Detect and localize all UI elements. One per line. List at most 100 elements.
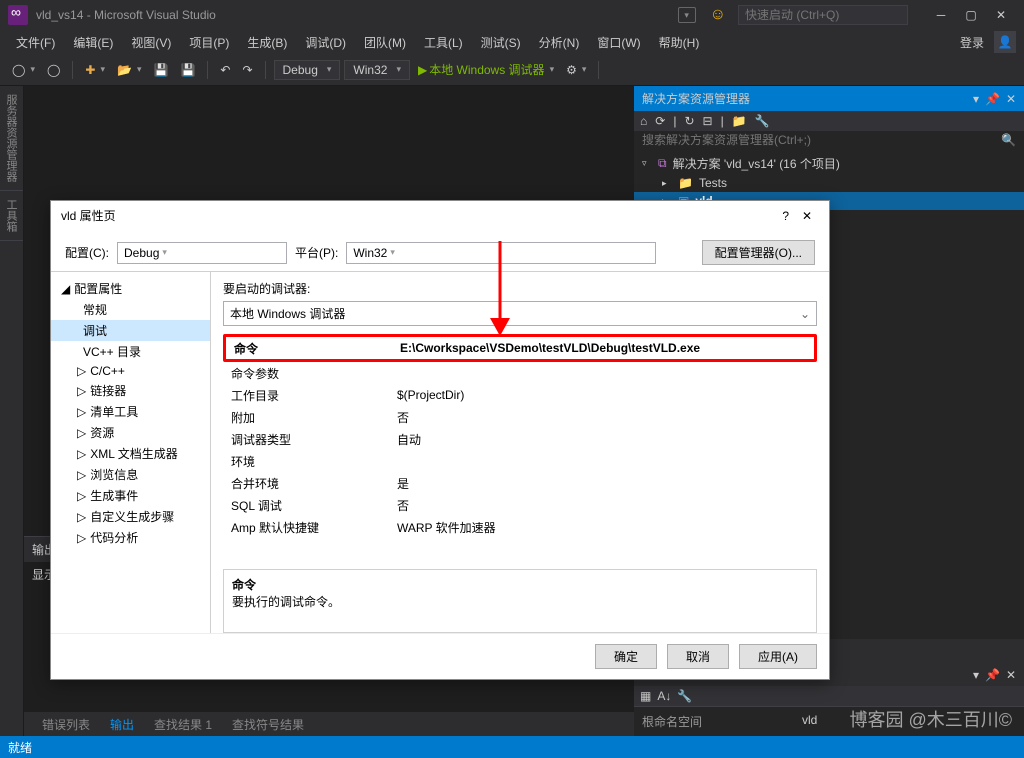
platform-dropdown[interactable]: Win32	[344, 60, 410, 80]
save-button[interactable]: 💾	[149, 61, 172, 79]
tab-find1[interactable]: 查找结果 1	[144, 713, 222, 736]
tree-node[interactable]: 配置属性	[74, 280, 122, 297]
dialog-nav-tree[interactable]: ◢ 配置属性 常规 调试 VC++ 目录 ▷ C/C++ ▷ 链接器 ▷ 清单工…	[51, 272, 211, 633]
tab-find-symbol[interactable]: 查找符号结果	[222, 713, 314, 736]
solution-search-input[interactable]	[642, 133, 1001, 147]
prop-row-workdir[interactable]: 工作目录$(ProjectDir)	[223, 384, 817, 406]
props-close-icon[interactable]: ✕	[1006, 668, 1016, 682]
props-cat-icon[interactable]: ▦	[640, 689, 651, 703]
nav-back-button[interactable]: ◯	[8, 61, 39, 79]
debugger-section-label: 要启动的调试器:	[211, 272, 829, 301]
tree-node-vcdir[interactable]: VC++ 目录	[51, 341, 210, 362]
prop-row-sql[interactable]: SQL 调试否	[223, 494, 817, 516]
solution-explorer-title: 解决方案资源管理器	[642, 90, 750, 107]
menu-file[interactable]: 文件(F)	[8, 32, 63, 53]
tree-node-linker[interactable]: ▷ 链接器	[51, 380, 210, 401]
menu-view[interactable]: 视图(V)	[123, 32, 179, 53]
pin-icon[interactable]: 📌	[985, 92, 1000, 106]
search-icon[interactable]: 🔍	[1001, 133, 1016, 147]
menu-team[interactable]: 团队(M)	[356, 32, 414, 53]
props-dropdown-icon[interactable]: ▾	[973, 668, 979, 682]
menu-window[interactable]: 窗口(W)	[589, 32, 648, 53]
platform-label: 平台(P):	[295, 244, 338, 261]
tree-node-debug[interactable]: 调试	[51, 320, 210, 341]
toolbox-tab[interactable]: 工具箱	[0, 191, 23, 241]
solution-icon: ⧉	[658, 156, 667, 171]
se-sync-icon[interactable]: ⟳	[655, 114, 665, 128]
server-explorer-tab[interactable]: 服务器资源管理器	[0, 86, 23, 191]
start-debug-label: 本地 Windows 调试器	[429, 61, 544, 78]
signin-link[interactable]: 登录	[952, 32, 992, 53]
tree-node-browse[interactable]: ▷ 浏览信息	[51, 464, 210, 485]
panel-close-icon[interactable]: ✕	[1006, 92, 1016, 106]
close-button[interactable]: ✕	[986, 3, 1016, 27]
dialog-help-icon[interactable]: ?	[782, 209, 789, 223]
prop-row-attach[interactable]: 附加否	[223, 406, 817, 428]
menu-edit[interactable]: 编辑(E)	[65, 32, 121, 53]
save-all-button[interactable]: 💾	[176, 61, 199, 79]
prop-row-env[interactable]: 环境	[223, 450, 817, 472]
debugger-select-value: 本地 Windows 调试器	[230, 305, 345, 322]
config-combo[interactable]: Debug	[117, 242, 287, 264]
tab-output[interactable]: 输出	[100, 713, 144, 736]
se-props-icon[interactable]: 🔧	[755, 114, 770, 128]
tree-folder-tests[interactable]: ▸ 📁 Tests	[634, 174, 1024, 192]
menu-build[interactable]: 生成(B)	[239, 32, 295, 53]
menu-project[interactable]: 项目(P)	[181, 32, 237, 53]
feedback-icon[interactable]: ☺	[710, 6, 726, 24]
prop-row-command[interactable]: 命令 E:\Cworkspace\VSDemo\testVLD\Debug\te…	[226, 337, 814, 359]
prop-row-dbgtype[interactable]: 调试器类型自动	[223, 428, 817, 450]
menu-help[interactable]: 帮助(H)	[651, 32, 708, 53]
tree-node-codean[interactable]: ▷ 代码分析	[51, 527, 210, 548]
open-button[interactable]: 📂	[113, 61, 145, 79]
tree-node-xmldoc[interactable]: ▷ XML 文档生成器	[51, 443, 210, 464]
redo-button[interactable]: ↷	[238, 61, 256, 79]
props-az-icon[interactable]: A↓	[657, 689, 671, 703]
menu-debug[interactable]: 调试(D)	[297, 32, 354, 53]
start-debug-button[interactable]: ▶ 本地 Windows 调试器	[414, 59, 558, 80]
tree-node-buildevt[interactable]: ▷ 生成事件	[51, 485, 210, 506]
new-project-button[interactable]: ✚	[81, 61, 109, 79]
prop-row-args[interactable]: 命令参数	[223, 362, 817, 384]
watermark: 博客园 @木三百川©	[849, 706, 1012, 732]
menu-test[interactable]: 测试(S)	[473, 32, 529, 53]
notifications-icon[interactable]: ▾	[678, 7, 696, 23]
tree-node-res[interactable]: ▷ 资源	[51, 422, 210, 443]
cancel-button[interactable]: 取消	[667, 644, 729, 669]
se-collapse-icon[interactable]: ⊟	[703, 114, 713, 128]
maximize-button[interactable]: ▢	[956, 3, 986, 27]
se-refresh-icon[interactable]: ↻	[684, 114, 694, 128]
debugger-select[interactable]: 本地 Windows 调试器 ⌄	[223, 301, 817, 326]
config-dropdown[interactable]: Debug	[274, 60, 341, 80]
debug-target-dropdown[interactable]: ⚙	[562, 61, 590, 79]
platform-combo[interactable]: Win32	[346, 242, 656, 264]
prop-description: 命令 要执行的调试命令。	[223, 569, 817, 633]
user-avatar-icon[interactable]: 👤	[994, 31, 1016, 53]
apply-button[interactable]: 应用(A)	[739, 644, 817, 669]
dialog-title: vld 属性页	[61, 207, 116, 224]
nav-forward-button[interactable]: ◯	[43, 61, 64, 79]
config-manager-button[interactable]: 配置管理器(O)...	[702, 240, 815, 265]
dialog-close-icon[interactable]: ✕	[795, 209, 819, 223]
menu-analyze[interactable]: 分析(N)	[531, 32, 588, 53]
tree-node-custom[interactable]: ▷ 自定义生成步骤	[51, 506, 210, 527]
tree-node-general[interactable]: 常规	[51, 299, 210, 320]
prop-rootns-value[interactable]: vld	[802, 713, 817, 730]
solution-node[interactable]: ▿⧉ 解决方案 'vld_vs14' (16 个项目)	[634, 153, 1024, 174]
menu-tools[interactable]: 工具(L)	[416, 32, 471, 53]
prop-row-amp[interactable]: Amp 默认快捷键WARP 软件加速器	[223, 516, 817, 538]
prop-row-mergeenv[interactable]: 合并环境是	[223, 472, 817, 494]
panel-dropdown-icon[interactable]: ▾	[973, 92, 979, 106]
minimize-button[interactable]: ─	[926, 3, 956, 27]
props-wrench-icon[interactable]: 🔧	[677, 689, 692, 703]
quick-launch-input[interactable]	[738, 5, 908, 25]
se-home-icon[interactable]: ⌂	[640, 114, 647, 128]
tree-node-manifest[interactable]: ▷ 清单工具	[51, 401, 210, 422]
tab-error-list[interactable]: 错误列表	[32, 713, 100, 736]
se-showall-icon[interactable]: 📁	[732, 114, 747, 128]
ok-button[interactable]: 确定	[595, 644, 657, 669]
config-label: 配置(C):	[65, 244, 109, 261]
props-pin-icon[interactable]: 📌	[985, 668, 1000, 682]
undo-button[interactable]: ↶	[216, 61, 234, 79]
tree-node-cc[interactable]: ▷ C/C++	[51, 362, 210, 380]
